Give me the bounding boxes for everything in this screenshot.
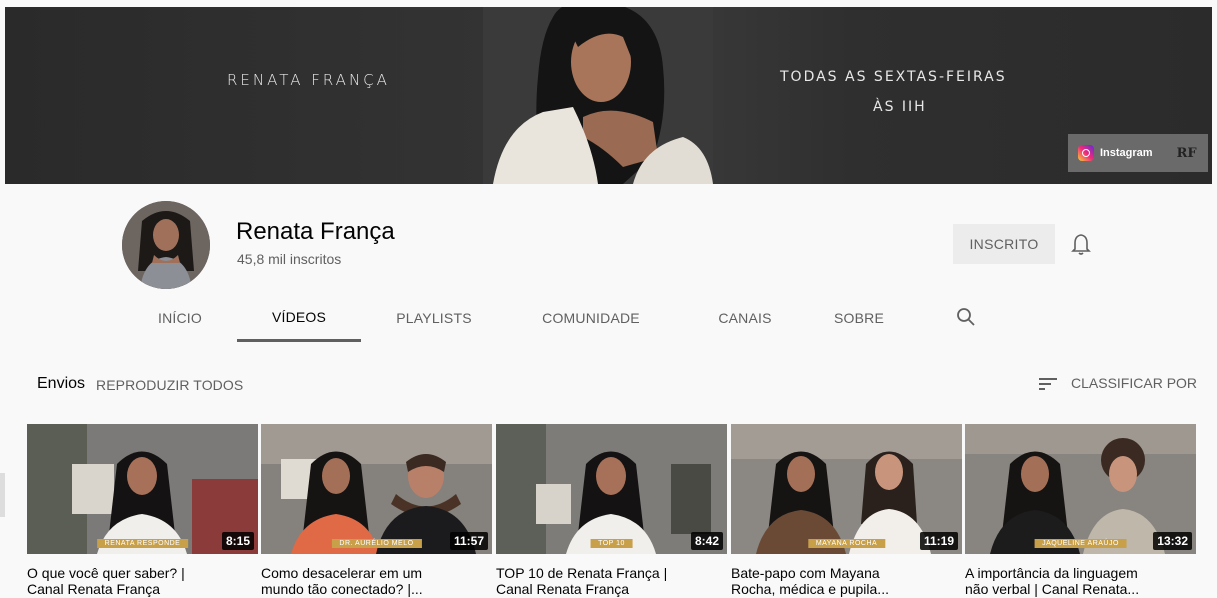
subscriber-count: 45,8 mil inscritos — [237, 251, 342, 267]
tab-canais[interactable]: CANAIS — [710, 294, 780, 342]
video-thumbnail[interactable]: RENATA RESPONDE 8:15 — [27, 424, 258, 554]
video-card[interactable]: JAQUELINE ARAÚJO 13:32 A importância da … — [965, 424, 1196, 597]
search-icon[interactable] — [955, 306, 977, 328]
video-card[interactable]: TOP 10 8:42 TOP 10 de Renata França | Ca… — [496, 424, 727, 597]
tab-comunidade[interactable]: COMUNIDADE — [528, 294, 654, 342]
video-title-line1[interactable]: A importância da linguagem — [965, 565, 1196, 581]
banner-schedule-line2: ÀS IIH — [873, 99, 927, 115]
banner-schedule-line1: TODAS AS SEXTAS-FEIRAS — [780, 69, 1007, 85]
play-all-button[interactable]: REPRODUZIR TODOS — [96, 377, 243, 393]
video-ribbon: JAQUELINE ARAÚJO — [1034, 539, 1127, 548]
channel-name: Renata França — [236, 218, 395, 245]
banner-title: RENATA FRANÇA — [227, 71, 390, 89]
section-title: Envios — [37, 375, 86, 392]
channel-header: Renata França 45,8 mil inscritos INSCRIT… — [0, 184, 1217, 344]
video-title[interactable]: A importância da linguagem não verbal | … — [965, 565, 1196, 597]
channel-tabs: INÍCIO VÍDEOS PLAYLISTS COMUNIDADE CANAI… — [0, 294, 1217, 344]
youtube-channel-page: RENATA FRANÇA TODAS AS SEXTAS-FEIRAS ÀS … — [0, 0, 1217, 598]
video-ribbon: RENATA RESPONDE — [96, 539, 189, 548]
video-thumbnail[interactable]: DR. AURÉLIO MELO 11:57 — [261, 424, 492, 554]
video-title-line2[interactable]: Canal Renata França — [27, 581, 258, 597]
video-card[interactable]: MAYANA ROCHA 11:19 Bate-papo com Mayana … — [731, 424, 962, 597]
video-title-line2[interactable]: Canal Renata França — [496, 581, 727, 597]
banner-portrait-image — [483, 7, 713, 184]
video-duration: 8:42 — [690, 532, 723, 550]
video-title[interactable]: Bate-papo com Mayana Rocha, médica e pup… — [731, 565, 962, 597]
subscribed-button[interactable]: INSCRITO — [953, 224, 1055, 264]
notification-bell-icon[interactable] — [1070, 232, 1092, 256]
video-ribbon: DR. AURÉLIO MELO — [331, 539, 422, 548]
tab-inicio[interactable]: INÍCIO — [147, 294, 213, 342]
video-title[interactable]: TOP 10 de Renata França | Canal Renata F… — [496, 565, 727, 597]
video-ribbon: MAYANA ROCHA — [807, 539, 886, 548]
instagram-link[interactable]: Instagram — [1100, 147, 1153, 159]
video-title-line2[interactable]: Rocha, médica e pupila... — [731, 581, 962, 597]
video-duration: 13:32 — [1153, 532, 1192, 550]
video-title-line1[interactable]: O que você quer saber? | — [27, 565, 258, 581]
sort-icon[interactable] — [1038, 376, 1058, 392]
sort-button[interactable]: CLASSIFICAR POR — [1071, 375, 1197, 391]
video-thumbnail[interactable]: TOP 10 8:42 — [496, 424, 727, 554]
video-duration: 8:15 — [221, 532, 254, 550]
channel-avatar[interactable] — [122, 201, 210, 289]
video-title-line1[interactable]: Como desacelerar em um — [261, 565, 492, 581]
video-title-line1[interactable]: Bate-papo com Mayana — [731, 565, 962, 581]
video-title-line2[interactable]: não verbal | Canal Renata... — [965, 581, 1196, 597]
instagram-icon[interactable] — [1078, 145, 1094, 161]
website-logo-icon[interactable]: RF — [1177, 146, 1197, 161]
video-title[interactable]: O que você quer saber? | Canal Renata Fr… — [27, 565, 258, 597]
video-duration: 11:57 — [449, 532, 488, 550]
banner-links: Instagram RF — [1068, 134, 1208, 172]
tab-videos[interactable]: VÍDEOS — [237, 294, 361, 342]
video-thumbnail[interactable]: JAQUELINE ARAÚJO 13:32 — [965, 424, 1196, 554]
page-edge-divider — [0, 473, 5, 517]
video-card[interactable]: RENATA RESPONDE 8:15 O que você quer sab… — [27, 424, 258, 597]
video-title[interactable]: Como desacelerar em um mundo tão conecta… — [261, 565, 492, 597]
videos-section: Envios REPRODUZIR TODOS CLASSIFICAR POR — [0, 345, 1217, 598]
channel-banner: RENATA FRANÇA TODAS AS SEXTAS-FEIRAS ÀS … — [5, 7, 1212, 184]
video-ribbon: TOP 10 — [590, 539, 633, 548]
video-card[interactable]: DR. AURÉLIO MELO 11:57 Como desacelerar … — [261, 424, 492, 597]
video-duration: 11:19 — [919, 532, 958, 550]
tab-sobre[interactable]: SOBRE — [822, 294, 896, 342]
video-title-line1[interactable]: TOP 10 de Renata França | — [496, 565, 727, 581]
video-thumbnail[interactable]: MAYANA ROCHA 11:19 — [731, 424, 962, 554]
tab-playlists[interactable]: PLAYLISTS — [383, 294, 485, 342]
video-title-line2[interactable]: mundo tão conectado? |... — [261, 581, 492, 597]
